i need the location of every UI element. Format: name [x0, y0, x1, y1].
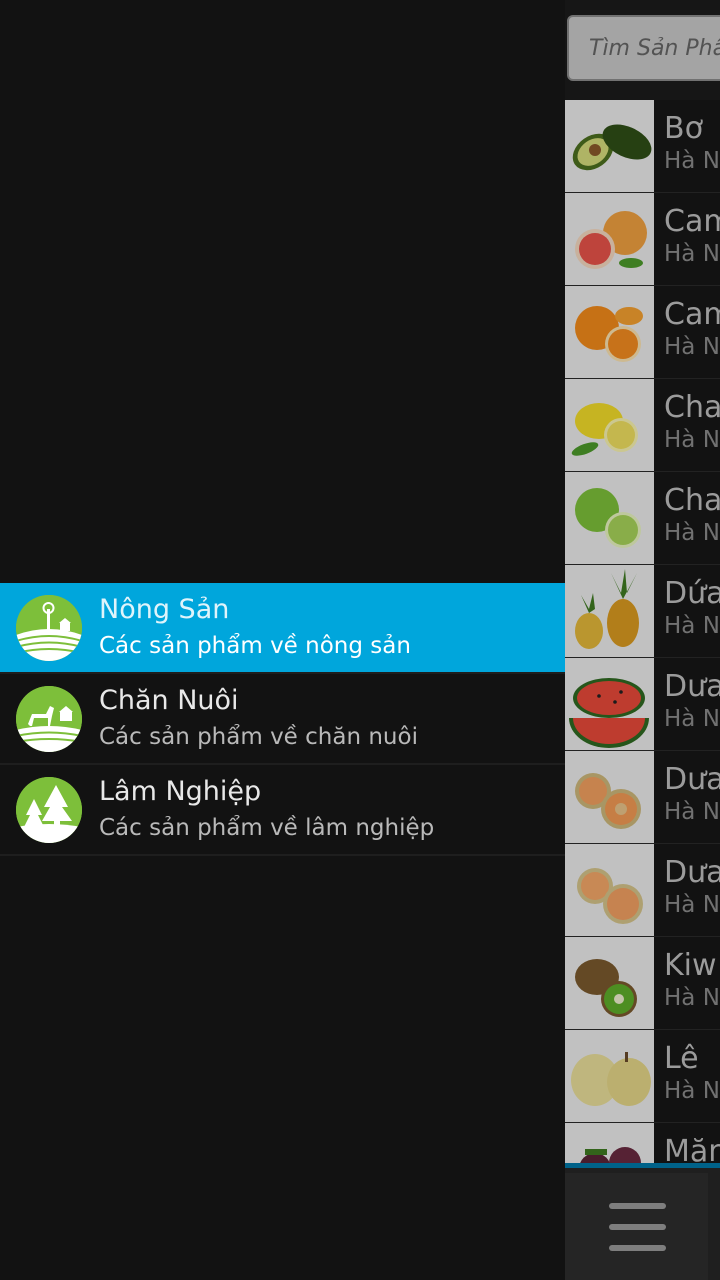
- product-text: Cha Hà N: [654, 379, 720, 471]
- product-text: Dưa Hà N: [654, 658, 720, 750]
- product-text: Dứa Hà N: [654, 565, 720, 657]
- product-name: Dưa: [664, 669, 720, 704]
- product-name: Dưa: [664, 855, 720, 890]
- watermelon-thumbnail: [565, 658, 654, 750]
- product-name: Cam: [664, 204, 720, 239]
- category-title: Nông Sản: [99, 593, 230, 625]
- farm-windmill-icon: [16, 594, 82, 661]
- product-location: Hà N: [664, 148, 720, 174]
- cantaloupe-thumbnail: [565, 751, 654, 843]
- avocado-thumbnail: [565, 100, 654, 192]
- product-name: Bơ: [664, 111, 703, 146]
- product-row[interactable]: Dưa Hà N: [565, 844, 720, 937]
- pineapple-thumbnail: [565, 565, 654, 657]
- product-text: Cha Hà N: [654, 472, 720, 564]
- product-location: Hà N: [664, 799, 720, 825]
- product-name: Lê: [664, 1041, 699, 1076]
- product-row[interactable]: Bơ Hà N: [565, 100, 720, 193]
- product-text: Bơ Hà N: [654, 100, 720, 192]
- product-row[interactable]: Dưa Hà N: [565, 658, 720, 751]
- product-text: Lê Hà N: [654, 1030, 720, 1122]
- product-location: Hà N: [664, 892, 720, 918]
- navigation-drawer: Nông Sản Các sản phẩm về nông sản Chăn N…: [0, 0, 565, 1280]
- product-location: Hà N: [664, 427, 720, 453]
- product-location: Hà N: [664, 613, 720, 639]
- menu-button[interactable]: [565, 1173, 708, 1280]
- action-bar: [565, 1163, 720, 1280]
- lime-thumbnail: [565, 472, 654, 564]
- horse-farm-icon: [16, 685, 82, 752]
- product-name: Dứa: [664, 576, 720, 611]
- product-text: Kiw Hà N: [654, 937, 720, 1029]
- product-text: Dưa Hà N: [654, 844, 720, 936]
- product-text: Cam Hà N: [654, 286, 720, 378]
- product-row[interactable]: Cha Hà N: [565, 379, 720, 472]
- product-row[interactable]: Cam Hà N: [565, 193, 720, 286]
- product-location: Hà N: [664, 985, 720, 1011]
- product-location: Hà N: [664, 706, 720, 732]
- product-row[interactable]: Lê Hà N: [565, 1030, 720, 1123]
- category-list: Nông Sản Các sản phẩm về nông sản Chăn N…: [0, 583, 565, 856]
- category-item-chan-nuoi[interactable]: Chăn Nuôi Các sản phẩm về chăn nuôi: [0, 674, 565, 765]
- search-input[interactable]: [569, 17, 720, 79]
- product-text: Cam Hà N: [654, 193, 720, 285]
- product-row[interactable]: Cam Hà N: [565, 286, 720, 379]
- product-name: Kiw: [664, 948, 717, 983]
- search-field[interactable]: [567, 15, 720, 81]
- product-name: Dưa: [664, 762, 720, 797]
- product-row[interactable]: Kiw Hà N: [565, 937, 720, 1030]
- category-subtitle: Các sản phẩm về nông sản: [99, 632, 411, 659]
- category-title: Chăn Nuôi: [99, 684, 239, 716]
- product-location: Hà N: [664, 241, 720, 267]
- product-location: Hà N: [664, 334, 720, 360]
- product-row[interactable]: Dưa Hà N: [565, 751, 720, 844]
- melon-thumbnail: [565, 844, 654, 936]
- grapefruit-thumbnail: [565, 193, 654, 285]
- product-location: Hà N: [664, 520, 720, 546]
- product-panel: BơHà NCamHà NCamHà NChaHà NChaHà NDứaHà …: [565, 0, 720, 1280]
- pine-trees-icon: [16, 776, 82, 843]
- category-subtitle: Các sản phẩm về lâm nghiệp: [99, 814, 435, 841]
- category-subtitle: Các sản phẩm về chăn nuôi: [99, 723, 418, 750]
- product-name: Cha: [664, 483, 720, 518]
- product-text: Dưa Hà N: [654, 751, 720, 843]
- product-location: Hà N: [664, 1078, 720, 1104]
- product-row[interactable]: Cha Hà N: [565, 472, 720, 565]
- orange-thumbnail: [565, 286, 654, 378]
- category-item-nong-san[interactable]: Nông Sản Các sản phẩm về nông sản: [0, 583, 565, 674]
- product-list: Bơ Hà N Cam Hà N Cam Hà N Cha Hà N Cha Hà N Dứa Hà …: [565, 100, 720, 1216]
- category-item-lam-nghiep[interactable]: Lâm Nghiệp Các sản phẩm về lâm nghiệp: [0, 765, 565, 856]
- product-name: Cha: [664, 390, 720, 425]
- category-title: Lâm Nghiệp: [99, 775, 262, 807]
- product-name: Cam: [664, 297, 720, 332]
- pear-thumbnail: [565, 1030, 654, 1122]
- lemon-thumbnail: [565, 379, 654, 471]
- product-row[interactable]: Dứa Hà N: [565, 565, 720, 658]
- kiwi-thumbnail: [565, 937, 654, 1029]
